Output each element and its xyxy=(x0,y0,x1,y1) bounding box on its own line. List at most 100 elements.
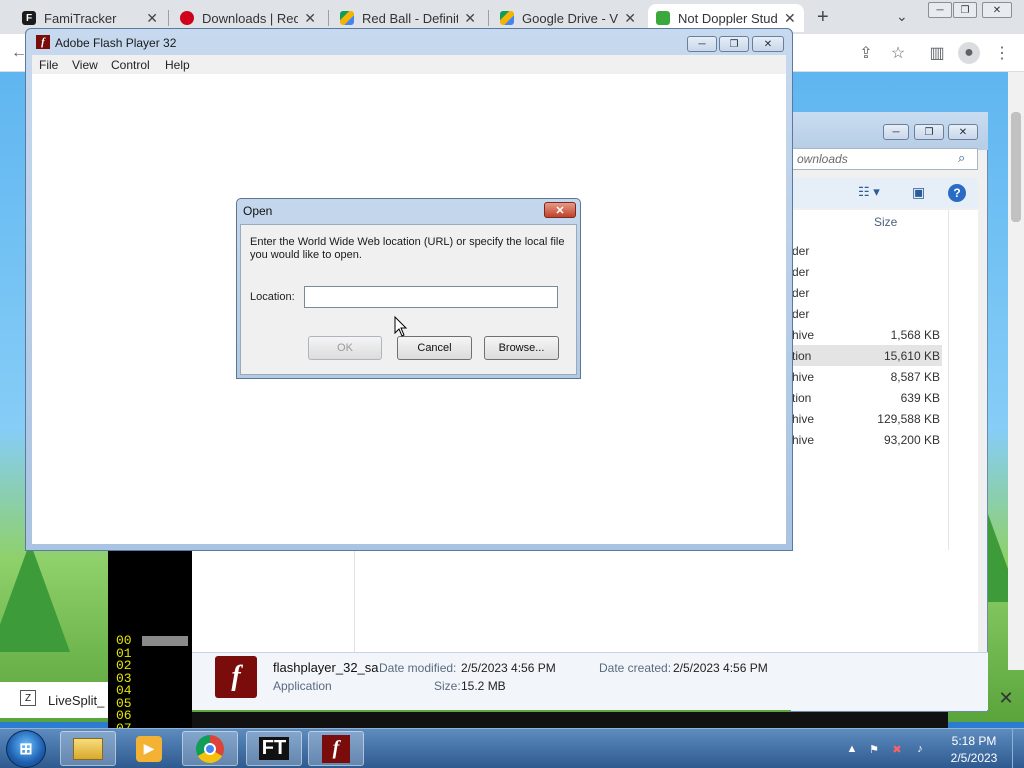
window-title: Adobe Flash Player 32 xyxy=(55,36,177,50)
explorer-close-button[interactable]: ✕ xyxy=(948,124,978,140)
file-type: hive xyxy=(792,370,815,384)
file-type: der xyxy=(792,286,810,300)
famitracker-icon: FT xyxy=(258,737,290,760)
tab-label: Red Ball - Definiti xyxy=(362,10,459,26)
media-player-icon: ▶ xyxy=(136,735,162,762)
file-row[interactable]: der xyxy=(792,261,942,282)
volume-icon[interactable]: ♪ xyxy=(912,742,928,756)
taskbar-media-player-button[interactable]: ▶ xyxy=(121,731,177,766)
download-item-label[interactable]: LiveSplit_ xyxy=(48,693,104,708)
details-size-label: Size: xyxy=(434,679,461,693)
download-shelf-close-icon[interactable]: ✕ xyxy=(996,688,1016,708)
file-row[interactable]: der xyxy=(792,303,942,324)
taskbar-flash-player-button[interactable]: f xyxy=(308,731,364,766)
browser-restore-button[interactable]: ❐ xyxy=(953,2,977,18)
file-row[interactable]: der xyxy=(792,240,942,261)
explorer-navigation-pane xyxy=(192,550,355,652)
browser-minimize-button[interactable]: ─ xyxy=(928,2,952,18)
search-icon[interactable]: ⌕ xyxy=(958,150,965,166)
pattern-highlight xyxy=(142,636,188,646)
cancel-button[interactable]: Cancel xyxy=(397,336,472,360)
preview-pane-icon[interactable]: ▣ xyxy=(912,184,925,201)
close-icon[interactable]: ✕ xyxy=(464,10,476,27)
details-modified-label: Date modified: xyxy=(379,661,457,675)
view-options-icon[interactable]: ☷ ▾ xyxy=(858,184,880,200)
tab-separator xyxy=(168,10,169,26)
scrollbar-thumb[interactable] xyxy=(1011,112,1021,222)
help-icon[interactable]: ? xyxy=(948,184,966,202)
details-modified-value: 2/5/2023 4:56 PM xyxy=(461,661,556,675)
size-column-header[interactable]: Size xyxy=(874,215,897,229)
dialog-title: Open xyxy=(243,204,273,218)
file-row[interactable]: hive 93,200 KB xyxy=(792,429,942,450)
not-doppler-icon xyxy=(656,11,670,25)
file-row[interactable]: tion 639 KB xyxy=(792,387,942,408)
browse-button[interactable]: Browse... xyxy=(484,336,559,360)
explorer-minimize-button[interactable]: ─ xyxy=(883,124,909,140)
flash-file-icon: f xyxy=(215,656,257,698)
show-hidden-icons[interactable]: ▲ xyxy=(844,742,860,756)
download-shelf: Z LiveSplit_ xyxy=(0,682,108,718)
profile-avatar-icon[interactable]: ● xyxy=(958,42,980,64)
show-desktop-button[interactable] xyxy=(1012,729,1024,768)
flash-close-button[interactable]: ✕ xyxy=(752,36,784,52)
file-size: 93,200 KB xyxy=(883,433,940,447)
file-type: hive xyxy=(792,412,815,426)
clock-time[interactable]: 5:18 PM xyxy=(944,734,1004,748)
explorer-maximize-button[interactable]: ❐ xyxy=(914,124,944,140)
menu-file[interactable]: File xyxy=(39,58,58,72)
menu-control[interactable]: Control xyxy=(111,58,150,72)
flash-icon: f xyxy=(322,734,350,763)
dialog-message: Enter the World Wide Web location (URL) … xyxy=(250,236,565,261)
file-row[interactable]: der xyxy=(792,282,942,303)
start-button[interactable]: ⊞ xyxy=(6,730,46,768)
taskbar-explorer-button[interactable] xyxy=(60,731,116,766)
action-center-icon[interactable]: ⚑ xyxy=(866,742,882,756)
file-size: 129,588 KB xyxy=(877,412,940,426)
new-tab-button[interactable]: + xyxy=(817,6,829,29)
share-icon[interactable]: ⇪ xyxy=(855,42,877,64)
bookmark-star-icon[interactable]: ☆ xyxy=(887,42,909,64)
ok-button[interactable]: OK xyxy=(308,336,382,360)
file-row[interactable]: hive 8,587 KB xyxy=(792,366,942,387)
details-created-label: Date created: xyxy=(599,661,672,675)
close-icon[interactable]: ✕ xyxy=(624,10,636,27)
file-row[interactable]: hive 1,568 KB xyxy=(792,324,942,345)
famitracker-bottom-bar xyxy=(192,712,948,728)
google-drive-icon xyxy=(500,11,514,25)
flash-maximize-button[interactable]: ❐ xyxy=(719,36,749,52)
tab-search-chevron-icon[interactable]: ⌄ xyxy=(896,8,908,25)
page-scrollbar[interactable] xyxy=(1008,72,1024,670)
location-label: Location: xyxy=(250,291,295,303)
flash-app-icon: f xyxy=(36,35,50,49)
folder-icon xyxy=(73,737,103,760)
taskbar-famitracker-button[interactable]: FT xyxy=(246,731,302,766)
menu-view[interactable]: View xyxy=(72,58,98,72)
file-type: der xyxy=(792,244,810,258)
file-type: der xyxy=(792,265,810,279)
clock-date[interactable]: 2/5/2023 xyxy=(944,751,1004,765)
dialog-close-button[interactable]: ✕ xyxy=(544,202,576,218)
tab-label: FamiTracker xyxy=(44,10,117,26)
close-icon[interactable]: ✕ xyxy=(784,10,796,27)
file-row-selected[interactable]: tion 15,610 KB xyxy=(792,345,942,366)
location-input[interactable] xyxy=(304,286,558,308)
explorer-search-input[interactable]: ownloads xyxy=(792,148,978,170)
close-icon[interactable]: ✕ xyxy=(146,10,158,27)
browser-close-button[interactable]: ✕ xyxy=(982,2,1012,18)
close-icon[interactable]: ✕ xyxy=(304,10,316,27)
file-type: der xyxy=(792,307,810,321)
livesplit-icon: Z xyxy=(20,690,36,706)
menu-kebab-icon[interactable]: ⋮ xyxy=(991,42,1013,64)
file-type: tion xyxy=(792,349,812,363)
taskbar-chrome-button[interactable] xyxy=(182,731,238,766)
tab-label: Downloads | Red xyxy=(202,10,299,26)
network-icon[interactable]: ✖ xyxy=(889,742,905,756)
file-row[interactable]: hive 129,588 KB xyxy=(792,408,942,429)
side-panel-icon[interactable]: ▥ xyxy=(926,42,948,64)
flash-minimize-button[interactable]: ─ xyxy=(687,36,717,52)
menu-help[interactable]: Help xyxy=(165,58,190,72)
famitracker-icon: F xyxy=(22,11,36,25)
mouse-cursor-icon xyxy=(394,316,408,337)
chrome-icon xyxy=(196,734,224,763)
